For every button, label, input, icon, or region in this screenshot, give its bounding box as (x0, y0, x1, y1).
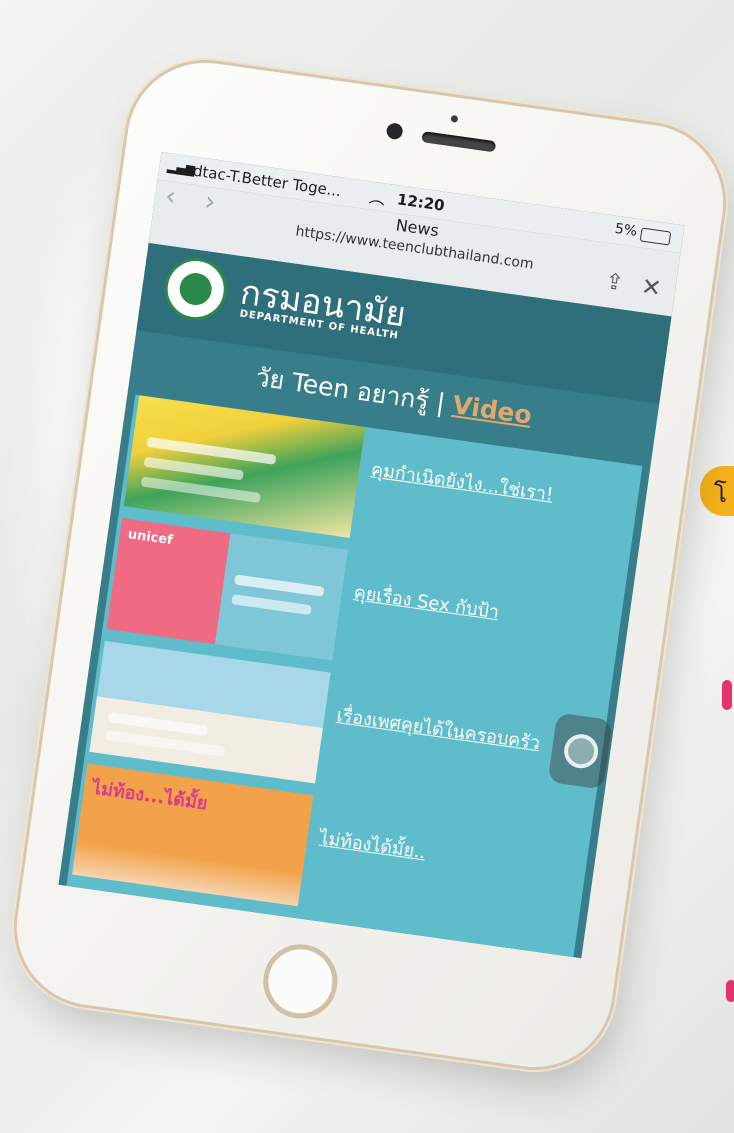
ministry-logo (160, 254, 231, 325)
video-thumbnail[interactable] (123, 395, 366, 538)
share-icon[interactable]: ⇪ (604, 269, 626, 296)
video-thumbnail[interactable]: ไม่ท้อง...ได้มั้ย (72, 763, 314, 907)
proximity-sensor (450, 114, 459, 123)
video-list: คุมกำเนิดยังไง...ใช่เรา! unicef คุยเรื่อ… (66, 394, 643, 958)
iphone-device: ▂▄▆ dtac-T.Better Toge... ︵ 12:20 5% ‹ ›… (6, 52, 734, 1078)
earpiece-speaker (421, 131, 497, 153)
wifi-icon: ︵ (367, 187, 387, 209)
video-link[interactable]: Video (451, 390, 534, 430)
video-title-link[interactable]: คุยเรื่อง Sex กับป้า (352, 579, 613, 643)
video-thumbnail[interactable]: unicef (106, 518, 348, 661)
home-button[interactable] (258, 939, 343, 1024)
video-thumbnail[interactable] (89, 640, 331, 784)
thumbnail-badge: ไม่ท้อง...ได้มั้ย (90, 777, 209, 815)
thumbnail-badge: unicef (126, 527, 174, 549)
video-title-link[interactable]: คุมกำเนิดยังไง...ใช่เรา! (369, 456, 630, 520)
assistive-touch-button[interactable] (547, 712, 613, 790)
close-icon[interactable]: ✕ (639, 272, 663, 303)
front-camera (385, 122, 404, 141)
battery-icon (639, 227, 672, 246)
phone-screen: ▂▄▆ dtac-T.Better Toge... ︵ 12:20 5% ‹ ›… (58, 151, 685, 959)
video-title-link[interactable]: ไม่ท้องได้มั้ย.. (317, 825, 578, 889)
battery-percent: 5% (613, 220, 639, 240)
clock: 12:20 (395, 190, 446, 215)
